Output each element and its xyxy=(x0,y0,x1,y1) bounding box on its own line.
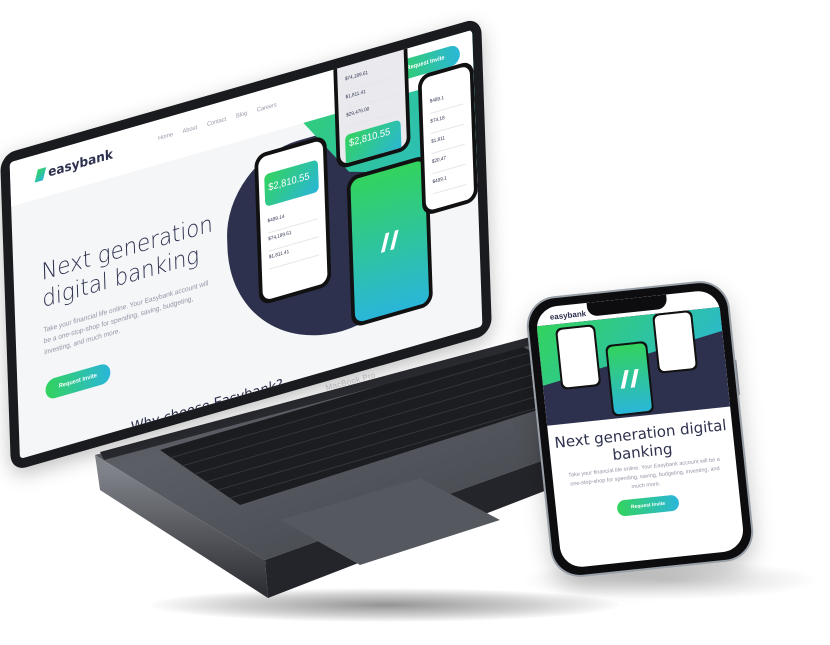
mockup-row-value: $499.1 xyxy=(432,175,447,186)
site-logo[interactable]: easybank xyxy=(34,147,114,184)
nav-blog[interactable]: Blog xyxy=(236,111,247,120)
phone-screen: easybank Next generation digital banking… xyxy=(534,289,746,569)
easybank-logo-icon xyxy=(380,229,399,253)
mockup-row-value: $20,47 xyxy=(431,155,447,166)
mockup-phone-front: $2,810.55 $489.14 $74,189.61 $1,811.41 xyxy=(254,134,332,307)
phone-mockup-right xyxy=(652,309,699,374)
mockup-row-value: $74,189.61 xyxy=(344,69,369,83)
phone-body: easybank Next generation digital banking… xyxy=(526,280,754,578)
mockup-row: $499.1 xyxy=(432,169,467,195)
mockup-phone-right: $489.1 $74,18 $1,811 $20,47 $499.1 xyxy=(417,60,479,217)
smartphone: easybank Next generation digital banking… xyxy=(526,280,754,578)
phone-mockup-left xyxy=(555,324,602,390)
phone-logo[interactable]: easybank xyxy=(549,309,586,322)
main-nav: Home About Contact Blog Careers xyxy=(158,100,285,142)
mockup-balance: $2,810.55 xyxy=(348,126,391,150)
mockup-row-value: $489.14 xyxy=(267,213,285,225)
mockup-row-value: $1,811 xyxy=(431,135,446,146)
easybank-logo-icon xyxy=(34,167,47,183)
logo-text: easybank xyxy=(48,147,114,181)
phone-mockup-center xyxy=(605,340,655,417)
mockup-phone-green xyxy=(346,154,434,329)
hero-request-invite-button[interactable]: Request Invite xyxy=(45,362,111,401)
mockup-balance-card: $2,810.55 xyxy=(264,159,319,207)
nav-home[interactable]: Home xyxy=(158,132,173,142)
easybank-logo-icon xyxy=(620,368,639,389)
nav-careers[interactable]: Careers xyxy=(257,102,277,114)
nav-contact[interactable]: Contact xyxy=(207,117,226,129)
mockup-row-value: $74,18 xyxy=(430,114,445,126)
phone-request-invite-button[interactable]: Request Invite xyxy=(616,494,680,517)
nav-about[interactable]: About xyxy=(183,125,198,135)
mockup-row-value: $489.1 xyxy=(429,94,445,105)
